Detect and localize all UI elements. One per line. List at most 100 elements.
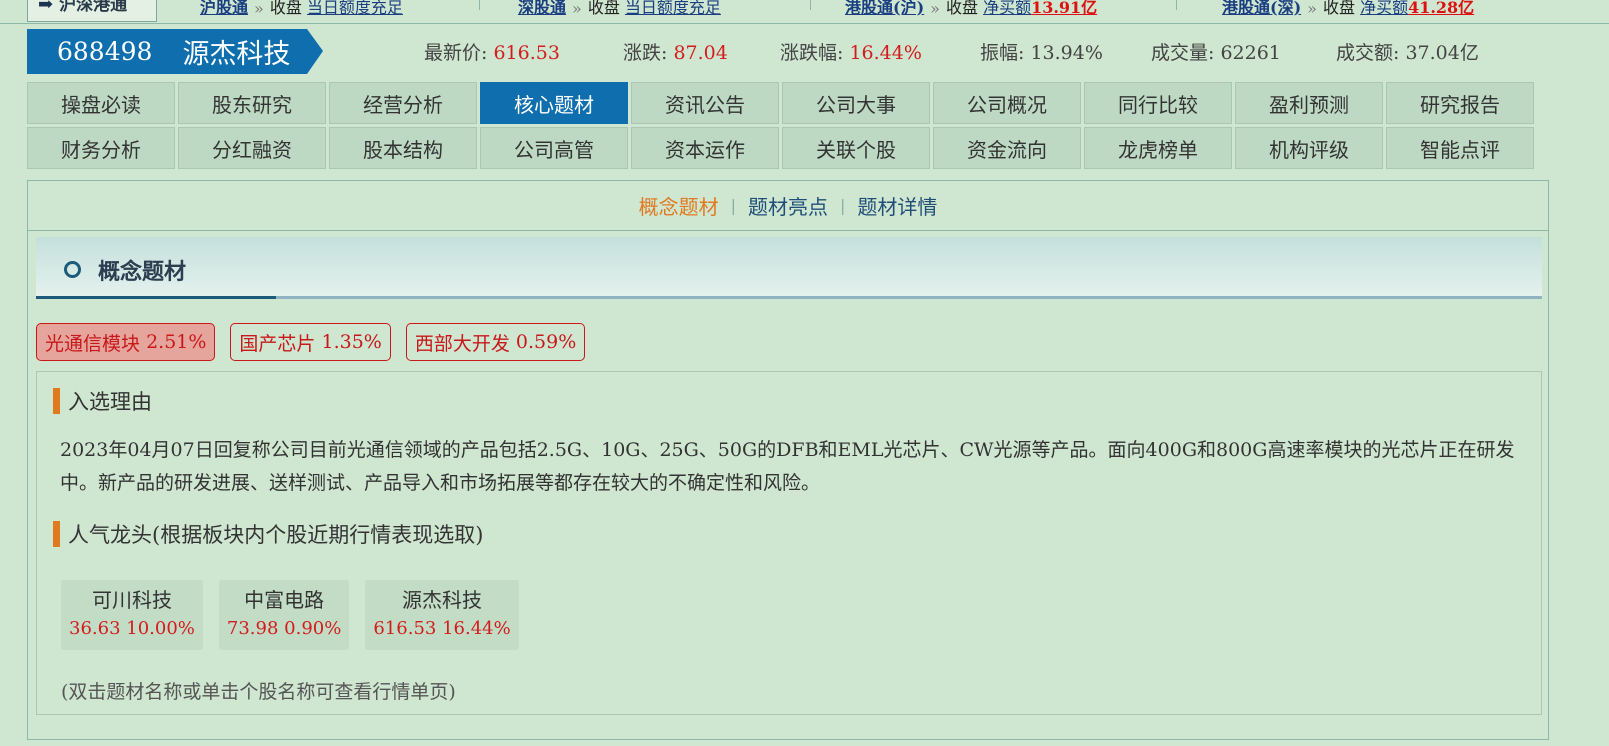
reason-text: 2023年04月07日回复称公司目前光通信领域的产品包括2.5G、10G、25G… (60, 439, 1515, 494)
connect-status: 收盘 (587, 0, 620, 17)
hk-connect-brand: ➡ 沪深港通 (27, 0, 157, 22)
connect-status: 收盘 (1322, 0, 1355, 17)
tab-institution-ratings[interactable]: 机构评级 (1235, 127, 1383, 169)
leaders-heading: 人气龙头(根据板块内个股近期行情表现选取) (53, 519, 483, 549)
nav-row-1: 操盘必读 股东研究 经营分析 核心题材 资讯公告 公司大事 公司概况 同行比较 … (27, 82, 1537, 124)
reason-heading-text: 入选理由 (68, 390, 152, 414)
separator (810, 0, 811, 10)
subtab-theme-details[interactable]: 题材详情 (857, 191, 937, 220)
tab-dragon-tiger-list[interactable]: 龙虎榜单 (1084, 127, 1232, 169)
concept-detail-box: 入选理由 2023年04月07日回复称公司目前光通信领域的产品包括2.5G、10… (36, 371, 1542, 715)
sub-tabs: 概念题材 | 题材亮点 | 题材详情 (28, 181, 1548, 231)
section-header: 概念题材 (36, 237, 1542, 299)
section-underline-accent (36, 296, 276, 299)
connect-net-buy[interactable]: 净买额 (1360, 0, 1408, 18)
leader-stock-card[interactable]: 源杰科技 616.53 16.44% (365, 580, 519, 650)
subtab-concept-themes[interactable]: 概念题材 (639, 191, 719, 220)
tab-operation-guide[interactable]: 操盘必读 (27, 82, 175, 124)
quote-label: 振幅: (980, 42, 1025, 64)
hk-connect-label: 沪深港通 (59, 0, 128, 15)
quote-value: 13.94% (1030, 42, 1103, 64)
main-nav: 操盘必读 股东研究 经营分析 核心题材 资讯公告 公司大事 公司概况 同行比较 … (27, 82, 1537, 172)
leaders-heading-text: 人气龙头(根据板块内个股近期行情表现选取) (68, 523, 484, 547)
leader-stock-quote: 73.98 0.90% (226, 618, 342, 639)
connect-link[interactable]: 港股通(深) (1222, 0, 1301, 18)
quote-value: 37.04亿 (1405, 42, 1479, 64)
connect-segment-1: 沪股通» 收盘 当日额度充足 (200, 0, 403, 18)
quote-change: 涨跌: 87.04 (623, 38, 728, 65)
connect-link[interactable]: 沪股通 (200, 0, 248, 18)
tab-business-analysis[interactable]: 经营分析 (329, 82, 477, 124)
leader-stock-name[interactable]: 源杰科技 (373, 586, 510, 614)
tab-peer-comparison[interactable]: 同行比较 (1084, 82, 1232, 124)
leader-stocks: 可川科技 36.63 10.00% 中富电路 73.98 0.90% 源杰科技 … (61, 580, 519, 650)
connect-segment-2: 深股通» 收盘 当日额度充足 (518, 0, 721, 18)
arrow-right-icon: ➡ (38, 0, 54, 15)
concept-tag[interactable]: 光通信模块 2.51% (36, 323, 216, 361)
connect-segment-4: 港股通(深)» 收盘 净买额 41.28亿 (1222, 0, 1474, 18)
separator: | (730, 196, 736, 215)
stock-name: 源杰科技 (182, 39, 291, 70)
tab-company-events[interactable]: 公司大事 (782, 82, 930, 124)
stock-title-banner: 688498 源杰科技 (27, 29, 323, 74)
concept-tag[interactable]: 国产芯片 1.35% (230, 323, 391, 361)
connect-amount: 41.28亿 (1408, 0, 1475, 17)
tab-company-profile[interactable]: 公司概况 (933, 82, 1081, 124)
quote-turnover: 成交额: 37.04亿 (1336, 38, 1479, 65)
separator (1176, 0, 1177, 10)
quote-label: 成交额: (1336, 42, 1400, 64)
quote-value: 16.44% (849, 42, 922, 64)
tab-smart-review[interactable]: 智能点评 (1386, 127, 1534, 169)
quote-label: 涨跌: (623, 42, 668, 64)
stock-code: 688498 (57, 37, 153, 66)
concept-tag[interactable]: 西部大开发 0.59% (405, 323, 586, 361)
separator: | (840, 196, 846, 215)
quote-last-price: 最新价: 616.53 (424, 38, 560, 65)
tab-dividends-financing[interactable]: 分红融资 (178, 127, 326, 169)
connect-link[interactable]: 深股通 (518, 0, 566, 18)
quote-value: 87.04 (673, 42, 728, 64)
connect-link[interactable]: 港股通(沪) (845, 0, 924, 18)
tab-fund-flow[interactable]: 资金流向 (933, 127, 1081, 169)
quote-volume: 成交量: 62261 (1151, 38, 1281, 65)
connect-status: 收盘 (945, 0, 978, 17)
circle-bullet-icon (64, 261, 81, 278)
connect-quota[interactable]: 当日额度充足 (625, 0, 721, 18)
leader-stock-card[interactable]: 中富电路 73.98 0.90% (218, 580, 350, 650)
quote-label: 成交量: (1151, 42, 1215, 64)
reason-heading: 入选理由 (53, 386, 152, 416)
connect-amount: 13.91亿 (1031, 0, 1098, 17)
content-panel: 概念题材 | 题材亮点 | 题材详情 概念题材 光通信模块 2.51% 国产芯片… (27, 180, 1549, 740)
tab-shareholder-research[interactable]: 股东研究 (178, 82, 326, 124)
tab-capital-operations[interactable]: 资本运作 (631, 127, 779, 169)
quote-value: 616.53 (493, 42, 560, 64)
leader-stock-name[interactable]: 中富电路 (227, 586, 341, 614)
leader-stock-name[interactable]: 可川科技 (69, 586, 195, 614)
tab-news-announcements[interactable]: 资讯公告 (631, 82, 779, 124)
tab-financial-analysis[interactable]: 财务分析 (27, 127, 175, 169)
tab-earnings-forecast[interactable]: 盈利预测 (1235, 82, 1383, 124)
quote-amplitude: 振幅: 13.94% (980, 38, 1103, 65)
tab-research-reports[interactable]: 研究报告 (1386, 82, 1534, 124)
tab-executives[interactable]: 公司高管 (480, 127, 628, 169)
connect-net-buy[interactable]: 净买额 (983, 0, 1031, 18)
quote-label: 最新价: (424, 42, 488, 64)
leader-stock-quote: 616.53 16.44% (373, 618, 511, 639)
usage-hint: (双击题材名称或单击个股名称可查看行情单页) (61, 681, 456, 703)
subtab-theme-highlights[interactable]: 题材亮点 (748, 191, 828, 220)
concept-tags: 光通信模块 2.51% 国产芯片 1.35% 西部大开发 0.59% (36, 323, 586, 361)
nav-row-2: 财务分析 分红融资 股本结构 公司高管 资本运作 关联个股 资金流向 龙虎榜单 … (27, 127, 1537, 169)
connect-segment-3: 港股通(沪)» 收盘 净买额 13.91亿 (845, 0, 1097, 18)
section-title: 概念题材 (98, 259, 187, 285)
separator (479, 0, 480, 10)
heading-marker (53, 388, 60, 414)
hk-connect-bar: ➡ 沪深港通 沪股通» 收盘 当日额度充足 深股通» 收盘 当日额度充足 港股通(沪… (0, 0, 1609, 24)
heading-marker (53, 521, 60, 547)
tab-core-themes[interactable]: 核心题材 (480, 82, 628, 124)
leader-stock-quote: 36.63 10.00% (69, 618, 195, 639)
leader-stock-card[interactable]: 可川科技 36.63 10.00% (61, 580, 203, 650)
tab-share-structure[interactable]: 股本结构 (329, 127, 477, 169)
connect-quota[interactable]: 当日额度充足 (307, 0, 403, 18)
quote-label: 涨跌幅: (780, 42, 844, 64)
tab-related-stocks[interactable]: 关联个股 (782, 127, 930, 169)
